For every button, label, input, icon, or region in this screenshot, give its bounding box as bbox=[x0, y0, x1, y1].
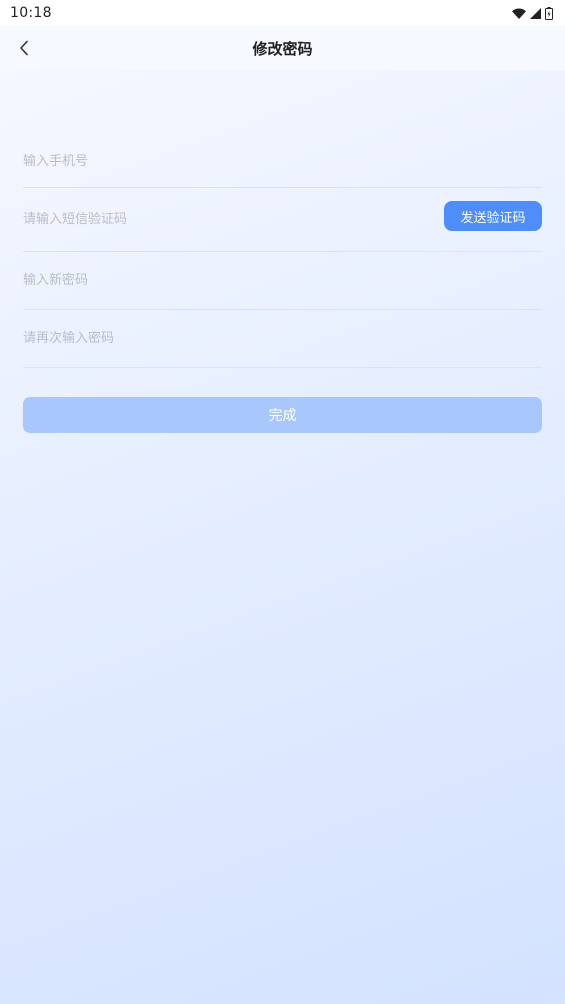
new-password-input[interactable] bbox=[23, 252, 542, 309]
send-code-button[interactable]: 发送验证码 bbox=[444, 201, 542, 231]
change-password-form: 发送验证码 bbox=[23, 136, 542, 368]
wifi-icon bbox=[512, 8, 526, 19]
battery-icon bbox=[545, 6, 553, 20]
chevron-left-icon bbox=[20, 40, 28, 56]
phone-field-row bbox=[23, 136, 542, 188]
nav-bar: 修改密码 bbox=[0, 26, 565, 70]
back-button[interactable] bbox=[10, 34, 38, 62]
sms-code-field-row: 发送验证码 bbox=[23, 188, 542, 252]
confirm-password-input[interactable] bbox=[23, 310, 542, 367]
status-icons bbox=[512, 6, 553, 20]
status-bar: 10:18 bbox=[0, 0, 565, 26]
page-title: 修改密码 bbox=[252, 39, 313, 58]
submit-button[interactable]: 完成 bbox=[23, 397, 542, 433]
status-time: 10:18 bbox=[10, 5, 52, 21]
new-password-field-row bbox=[23, 252, 542, 310]
signal-icon bbox=[530, 7, 541, 19]
confirm-password-field-row bbox=[23, 310, 542, 368]
phone-input[interactable] bbox=[23, 136, 542, 187]
